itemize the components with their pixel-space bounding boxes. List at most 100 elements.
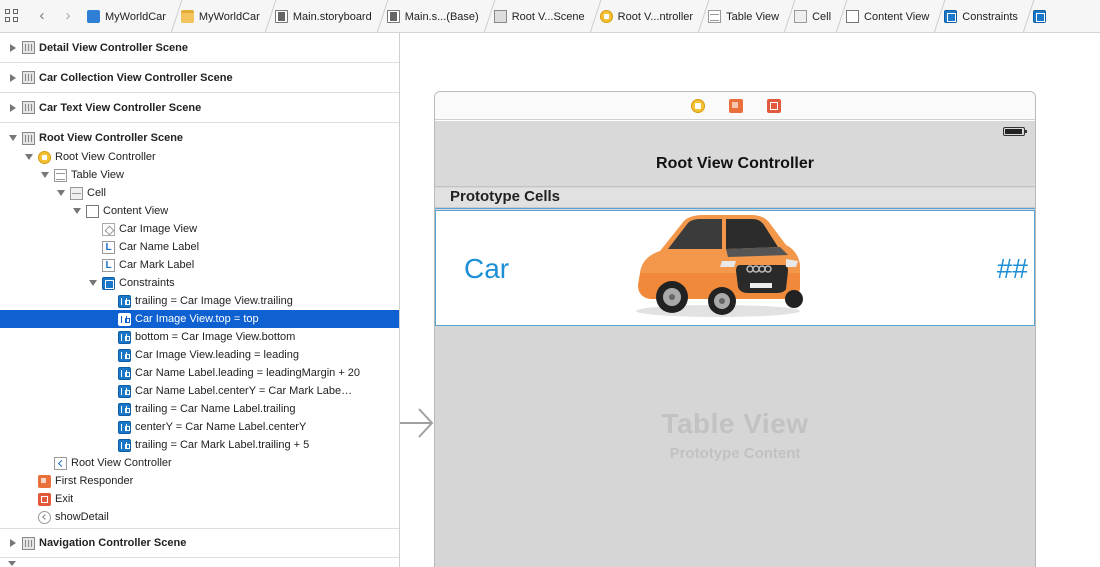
- prototype-cell[interactable]: Car ##: [435, 210, 1035, 326]
- prototype-cells-header: Prototype Cells: [435, 188, 1035, 208]
- car-mark-label[interactable]: ##: [997, 253, 1028, 285]
- constraint-item[interactable]: trailing = Car Name Label.trailing: [0, 400, 399, 418]
- forward-chevron-icon[interactable]: ›: [60, 8, 76, 24]
- breadcrumb-label: Table View: [726, 10, 780, 23]
- scene-icon: [22, 41, 35, 54]
- storyboard-canvas[interactable]: Root View Controller Prototype Cells Car: [400, 33, 1100, 567]
- breadcrumb-item-folder[interactable]: MyWorldCar: [180, 0, 277, 32]
- outline-scene-collection[interactable]: Car Collection View Controller Scene: [0, 63, 399, 93]
- back-chevron-icon[interactable]: ‹: [34, 8, 50, 24]
- outline-item-segue[interactable]: showDetail: [0, 508, 399, 526]
- disclosure-right-icon[interactable]: [8, 43, 17, 52]
- disclosure-right-icon[interactable]: [8, 103, 17, 112]
- placeholder-title: Table View: [661, 408, 809, 439]
- breadcrumb-item-storyboard[interactable]: Main.storyboard: [274, 0, 389, 32]
- constraint-item[interactable]: trailing = Car Mark Label.trailing + 5: [0, 436, 399, 454]
- outline-item-exit[interactable]: Exit: [0, 490, 399, 508]
- outline-item-car-name-label[interactable]: L Car Name Label: [0, 238, 399, 256]
- segue-arrow-icon[interactable]: [400, 405, 434, 441]
- first-responder-icon[interactable]: [729, 99, 743, 113]
- breadcrumb-item-content-view[interactable]: Content View: [846, 0, 946, 32]
- constraint-icon: [1032, 10, 1046, 23]
- outline-label: Car Collection View Controller Scene: [39, 71, 233, 84]
- outline-label: centerY = Car Name Label.centerY: [135, 421, 307, 433]
- constraint-item[interactable]: bottom = Car Image View.bottom: [0, 328, 399, 346]
- outline-item-first-responder[interactable]: First Responder: [0, 472, 399, 490]
- disclosure-down-icon[interactable]: [24, 153, 33, 162]
- constraint-item[interactable]: Car Image View.leading = leading: [0, 346, 399, 364]
- exit-icon: [38, 492, 51, 506]
- breadcrumb-label: Constraints: [962, 10, 1018, 23]
- navigation-item-icon: [54, 456, 67, 470]
- breadcrumb-item-project[interactable]: MyWorldCar: [87, 0, 183, 32]
- constraint-item[interactable]: Car Name Label.leading = leadingMargin +…: [0, 364, 399, 382]
- breadcrumb: MyWorldCar MyWorldCar Main.storyboard Ma…: [87, 0, 1055, 32]
- outline-item-car-image-view[interactable]: Car Image View: [0, 220, 399, 238]
- view-controller-icon[interactable]: [691, 99, 705, 113]
- disclosure-down-icon[interactable]: [40, 171, 49, 180]
- outline-item-content-view[interactable]: Content View: [0, 202, 399, 220]
- view-controller-scene[interactable]: Root View Controller Prototype Cells Car: [434, 91, 1036, 567]
- breadcrumb-item-overflow[interactable]: [1032, 0, 1055, 32]
- table-view-placeholder[interactable]: Table View Prototype Content: [435, 338, 1035, 567]
- outline-scene-text[interactable]: Car Text View Controller Scene: [0, 93, 399, 123]
- root-view[interactable]: Root View Controller Prototype Cells Car: [435, 121, 1035, 567]
- outline-item-navigation-item[interactable]: Root View Controller: [0, 454, 399, 472]
- scene-icon: [22, 536, 35, 550]
- breadcrumb-item-cell[interactable]: Cell: [794, 0, 848, 32]
- outline-scene-navigation[interactable]: Navigation Controller Scene: [0, 528, 399, 558]
- breadcrumb-item-constraints[interactable]: Constraints: [944, 0, 1035, 32]
- constraint-item[interactable]: centerY = Car Name Label.centerY: [0, 418, 399, 436]
- constraint-icon: [118, 402, 131, 416]
- related-items-icon[interactable]: [4, 8, 20, 24]
- constraint-item[interactable]: Car Name Label.centerY = Car Mark Labe…: [0, 382, 399, 400]
- navigation-title[interactable]: Root View Controller: [435, 155, 1035, 173]
- outline-item-cell[interactable]: Cell: [0, 184, 399, 202]
- project-icon: [87, 10, 100, 23]
- outline-label: First Responder: [55, 475, 134, 487]
- constraint-item-selected[interactable]: Car Image View.top = top: [0, 310, 399, 328]
- document-outline: Detail View Controller Scene Car Collect…: [0, 33, 399, 567]
- disclosure-right-icon[interactable]: [8, 73, 17, 82]
- disclosure-down-icon[interactable]: [72, 207, 81, 216]
- breadcrumb-item-view-controller[interactable]: Root V...ntroller: [599, 0, 710, 32]
- disclosure-down-icon[interactable]: [8, 134, 17, 143]
- view-icon: [86, 204, 99, 218]
- exit-icon[interactable]: [767, 99, 781, 113]
- scene-icon: [22, 131, 35, 145]
- outline-label: Car Name Label: [119, 241, 200, 253]
- disclosure-down-icon[interactable]: [56, 189, 65, 198]
- breadcrumb-item-storyboard-base[interactable]: Main.s...(Base): [386, 0, 496, 32]
- outline-item-constraints[interactable]: Constraints: [0, 274, 399, 292]
- outline-item-car-mark-label[interactable]: L Car Mark Label: [0, 256, 399, 274]
- outline-scene-detail[interactable]: Detail View Controller Scene: [0, 33, 399, 63]
- scene-icon: [22, 71, 35, 84]
- disclosure-down-icon[interactable]: [88, 279, 97, 288]
- car-name-label[interactable]: Car: [464, 253, 509, 285]
- outline-label: Car Text View Controller Scene: [39, 101, 202, 114]
- outline-label: Exit: [55, 493, 74, 505]
- outline-label: Root View Controller: [55, 151, 156, 163]
- segue-icon: [38, 510, 51, 524]
- breadcrumb-item-scene[interactable]: Root V...Scene: [493, 0, 602, 32]
- outline-item-table-view[interactable]: Table View: [0, 166, 399, 184]
- scene-dock: [435, 92, 1035, 120]
- scene-icon: [22, 101, 35, 114]
- constraint-icon: [118, 312, 131, 326]
- placeholder-subtitle: Prototype Content: [669, 445, 801, 462]
- disclosure-right-icon[interactable]: [8, 539, 17, 548]
- scene-icon: [493, 10, 507, 23]
- outline-label: Table View: [71, 169, 124, 181]
- constraint-item[interactable]: trailing = Car Image View.trailing: [0, 292, 399, 310]
- outline-label: Content View: [103, 205, 169, 217]
- outline-label: trailing = Car Image View.trailing: [135, 295, 293, 307]
- outline-item-root-vc[interactable]: Root View Controller: [0, 148, 399, 166]
- breadcrumb-label: MyWorldCar: [105, 10, 166, 23]
- navigation-bar[interactable]: Root View Controller: [435, 121, 1035, 187]
- outline-label: Root View Controller: [71, 457, 172, 469]
- breadcrumb-label: Content View: [864, 10, 930, 23]
- breadcrumb-item-table-view[interactable]: Table View: [708, 0, 796, 32]
- first-responder-icon: [38, 474, 51, 488]
- outline-label: Car Image View.top = top: [135, 313, 259, 325]
- car-image[interactable]: [626, 211, 806, 321]
